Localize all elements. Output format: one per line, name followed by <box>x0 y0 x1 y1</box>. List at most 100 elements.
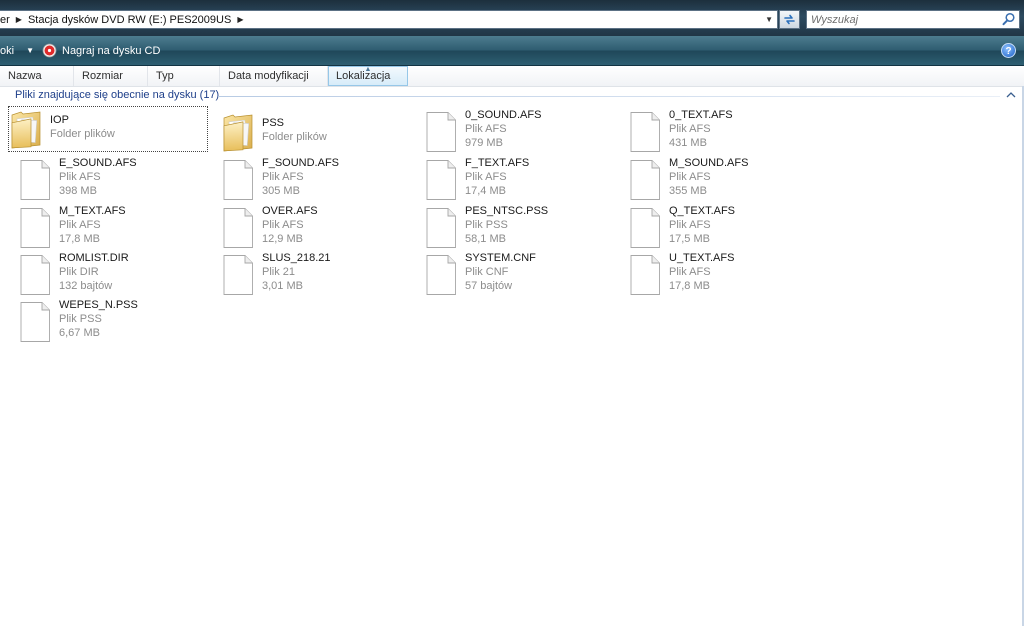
document-icon <box>426 255 456 295</box>
file-item[interactable]: 0_SOUND.AFS Plik AFS 979 MB <box>422 108 612 152</box>
column-header-size[interactable]: Rozmiar <box>74 66 148 86</box>
document-icon <box>20 208 50 248</box>
document-icon <box>223 208 253 248</box>
file-item[interactable]: 0_TEXT.AFS Plik AFS 431 MB <box>626 108 816 152</box>
search-box[interactable] <box>806 10 1020 29</box>
file-item[interactable]: Q_TEXT.AFS Plik AFS 17,5 MB <box>626 204 816 248</box>
breadcrumb-arrow-icon[interactable]: ▶ <box>16 15 22 24</box>
file-item[interactable]: F_SOUND.AFS Plik AFS 305 MB <box>219 156 409 200</box>
document-icon <box>426 112 456 152</box>
column-header-type[interactable]: Typ <box>148 66 220 86</box>
item-type: Plik AFS <box>59 219 101 231</box>
item-size: 17,5 MB <box>669 233 710 245</box>
item-name: F_SOUND.AFS <box>262 157 340 169</box>
document-icon <box>630 208 660 248</box>
item-name: M_SOUND.AFS <box>669 157 749 169</box>
item-size: 398 MB <box>59 185 97 197</box>
item-size: 58,1 MB <box>465 233 506 245</box>
item-type: Plik PSS <box>465 219 508 231</box>
breadcrumb-label: Stacja dysków DVD RW (E:) PES2009US <box>27 13 232 26</box>
chevron-up-icon[interactable] <box>1006 91 1016 99</box>
item-type: Plik AFS <box>262 219 304 231</box>
column-header-label: Data modyfikacji <box>228 70 309 82</box>
document-icon <box>223 255 253 295</box>
document-icon <box>20 302 50 342</box>
help-icon[interactable]: ? <box>1001 43 1016 58</box>
group-divider <box>218 96 1000 97</box>
file-item[interactable]: SLUS_218.21 Plik 21 3,01 MB <box>219 251 409 295</box>
item-name: M_TEXT.AFS <box>59 205 126 217</box>
group-title: Pliki znajdujące się obecnie na dysku (1… <box>15 89 220 101</box>
item-size: 6,67 MB <box>59 327 100 339</box>
file-item[interactable]: M_SOUND.AFS Plik AFS 355 MB <box>626 156 816 200</box>
item-type: Plik AFS <box>669 266 711 278</box>
item-name: OVER.AFS <box>262 205 318 217</box>
search-input[interactable] <box>811 12 997 27</box>
group-header[interactable]: Pliki znajdujące się obecnie na dysku (1… <box>0 88 1024 104</box>
item-type: Plik AFS <box>669 171 711 183</box>
file-item[interactable]: M_TEXT.AFS Plik AFS 17,8 MB <box>16 204 206 248</box>
file-item[interactable]: PES_NTSC.PSS Plik PSS 58,1 MB <box>422 204 612 248</box>
item-name: F_TEXT.AFS <box>465 157 530 169</box>
item-name: U_TEXT.AFS <box>669 252 735 264</box>
breadcrumb-arrow-icon[interactable]: ▶ <box>237 15 243 24</box>
file-item[interactable]: SYSTEM.CNF Plik CNF 57 bajtów <box>422 251 612 295</box>
item-name: PES_NTSC.PSS <box>465 205 549 217</box>
command-bar: oki ▼ Nagraj na dysku CD ? <box>0 36 1024 66</box>
item-type: Plik PSS <box>59 313 102 325</box>
column-header-date-modified[interactable]: Data modyfikacji <box>220 66 328 86</box>
item-type: Plik AFS <box>669 123 711 135</box>
document-icon <box>20 160 50 200</box>
file-item[interactable]: F_TEXT.AFS Plik AFS 17,4 MB <box>422 156 612 200</box>
item-name: PSS <box>262 117 285 129</box>
folder-icon <box>11 111 41 149</box>
file-item[interactable]: WEPES_N.PSS Plik PSS 6,67 MB <box>16 298 206 342</box>
item-name: 0_SOUND.AFS <box>465 109 542 121</box>
item-type: Plik CNF <box>465 266 509 278</box>
item-size: 979 MB <box>465 137 503 149</box>
chevron-down-icon[interactable]: ▼ <box>26 46 34 55</box>
search-button[interactable] <box>1002 12 1016 29</box>
refresh-button[interactable] <box>779 10 800 29</box>
address-bar[interactable]: er ▶ Stacja dysków DVD RW (E:) PES2009US… <box>0 10 778 29</box>
item-size: 305 MB <box>262 185 300 197</box>
folder-item[interactable]: PSS Folder plików <box>219 108 409 152</box>
column-header-row: Nazwa Rozmiar Typ Data modyfikacji ▲ Lok… <box>0 66 1024 87</box>
file-item[interactable]: E_SOUND.AFS Plik AFS 398 MB <box>16 156 206 200</box>
document-icon <box>630 112 660 152</box>
document-icon <box>426 160 456 200</box>
column-header-label: Rozmiar <box>82 70 123 82</box>
item-type: Folder plików <box>50 128 115 140</box>
item-size: 57 bajtów <box>465 280 513 292</box>
file-item[interactable]: ROMLIST.DIR Plik DIR 132 bajtów <box>16 251 206 295</box>
burn-cd-label: Nagraj na dysku CD <box>62 44 161 57</box>
document-icon <box>630 160 660 200</box>
item-name: 0_TEXT.AFS <box>669 109 733 121</box>
document-icon <box>426 208 456 248</box>
item-name: SLUS_218.21 <box>262 252 331 264</box>
breadcrumb-item-drive[interactable]: Stacja dysków DVD RW (E:) PES2009US ▶ <box>28 11 250 28</box>
folder-icon <box>223 114 253 152</box>
column-header-location[interactable]: ▲ Lokalizacja <box>328 66 408 86</box>
file-item[interactable]: OVER.AFS Plik AFS 12,9 MB <box>219 204 409 248</box>
item-name: WEPES_N.PSS <box>59 299 138 311</box>
folder-item[interactable]: IOP Folder plików <box>8 106 208 152</box>
breadcrumb-item-computer[interactable]: er ▶ <box>0 11 28 28</box>
views-label: oki <box>0 44 15 57</box>
item-name: E_SOUND.AFS <box>59 157 137 169</box>
address-toolbar: er ▶ Stacja dysków DVD RW (E:) PES2009US… <box>0 0 1024 36</box>
item-name: Q_TEXT.AFS <box>669 205 736 217</box>
views-button[interactable]: oki ▼ <box>0 36 34 65</box>
document-icon <box>223 160 253 200</box>
burn-cd-button[interactable]: Nagraj na dysku CD <box>42 36 160 65</box>
item-size: 17,8 MB <box>669 280 710 292</box>
item-type: Plik AFS <box>262 171 304 183</box>
item-size: 17,8 MB <box>59 233 100 245</box>
column-header-name[interactable]: Nazwa <box>0 66 74 86</box>
file-item[interactable]: U_TEXT.AFS Plik AFS 17,8 MB <box>626 251 816 295</box>
address-dropdown-icon[interactable]: ▼ <box>765 15 773 24</box>
item-type: Plik AFS <box>465 171 507 183</box>
item-size: 355 MB <box>669 185 707 197</box>
item-size: 12,9 MB <box>262 233 303 245</box>
item-type: Folder plików <box>262 131 327 143</box>
